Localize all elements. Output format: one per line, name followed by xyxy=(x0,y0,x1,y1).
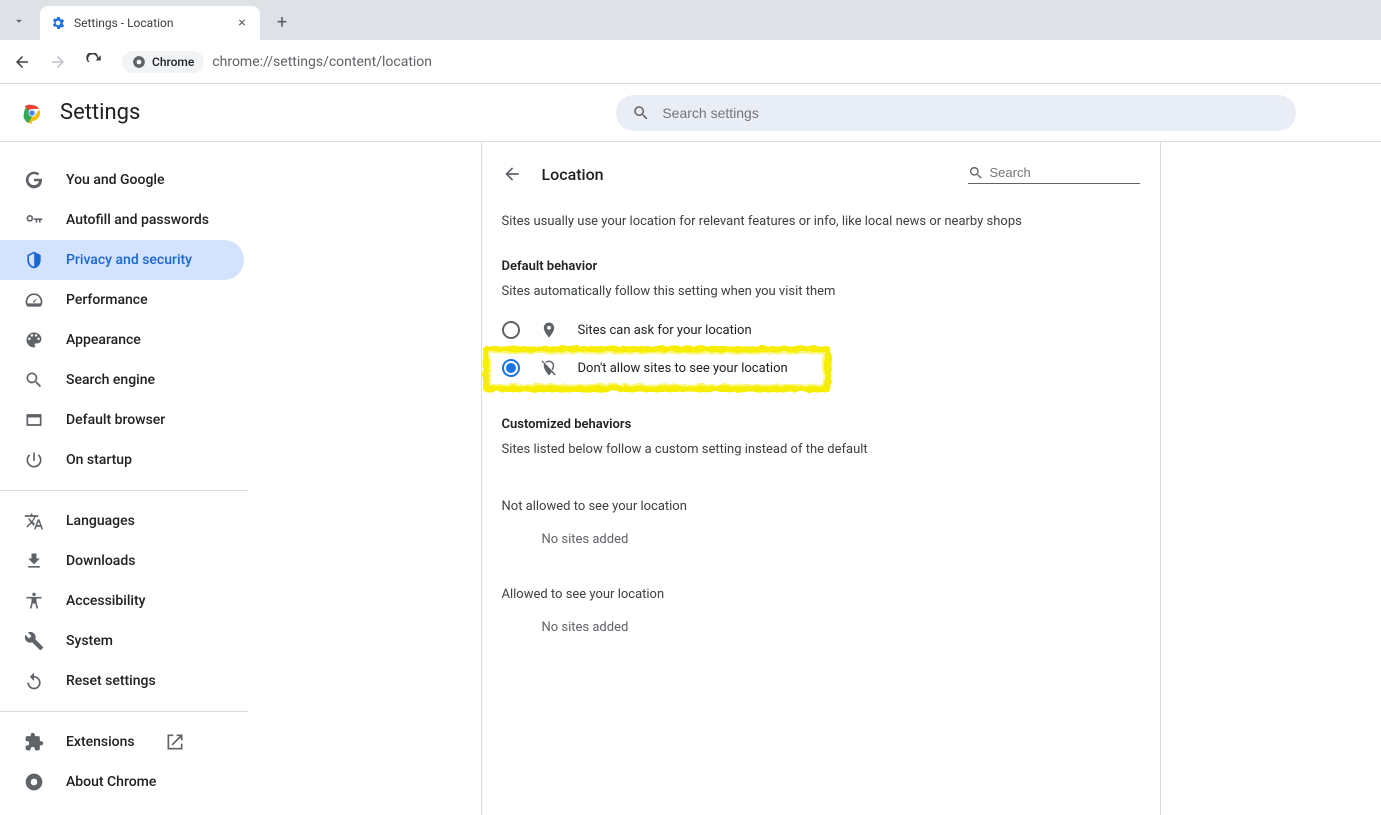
chrome-chip: Chrome xyxy=(122,51,204,73)
location-off-icon xyxy=(540,359,558,377)
tab-title: Settings - Location xyxy=(74,16,226,30)
sidebar-item-autofill[interactable]: Autofill and passwords xyxy=(0,200,244,240)
not-allowed-empty: No sites added xyxy=(482,522,1160,557)
sidebar-item-privacy[interactable]: Privacy and security xyxy=(0,240,244,280)
search-icon xyxy=(24,370,44,390)
allowed-empty: No sites added xyxy=(482,610,1160,645)
speedometer-icon xyxy=(24,290,44,310)
sidebar-item-you-and-google[interactable]: You and Google xyxy=(0,160,244,200)
search-settings-input[interactable] xyxy=(662,105,1280,121)
sidebar-item-downloads[interactable]: Downloads xyxy=(0,541,244,581)
content-title: Location xyxy=(542,165,948,184)
page-title: Settings xyxy=(60,100,140,125)
tab-search-button[interactable] xyxy=(4,6,34,36)
sidebar-item-performance[interactable]: Performance xyxy=(0,280,244,320)
settings-header: Settings xyxy=(0,84,1381,142)
tab-strip: Settings - Location × + xyxy=(0,0,1381,40)
default-behavior-heading: Default behavior xyxy=(482,259,1160,274)
extension-icon xyxy=(24,732,44,752)
sidebar-item-default-browser[interactable]: Default browser xyxy=(0,400,244,440)
main-area: You and Google Autofill and passwords Pr… xyxy=(0,142,1381,815)
open-external-icon xyxy=(165,732,185,752)
not-allowed-heading: Not allowed to see your location xyxy=(482,469,1160,522)
search-icon xyxy=(968,165,984,181)
radio-dont-allow[interactable]: Don't allow sites to see your location xyxy=(482,349,1160,387)
shield-icon xyxy=(24,250,44,270)
chrome-logo-icon xyxy=(20,101,44,125)
sidebar-item-search-engine[interactable]: Search engine xyxy=(0,360,244,400)
sidebar: You and Google Autofill and passwords Pr… xyxy=(0,142,260,815)
customized-behaviors-sub: Sites listed below follow a custom setti… xyxy=(482,442,1160,457)
wrench-icon xyxy=(24,631,44,651)
search-icon xyxy=(632,104,650,122)
browser-icon xyxy=(24,410,44,430)
forward-button[interactable] xyxy=(44,48,72,76)
back-arrow-button[interactable] xyxy=(502,164,522,184)
browser-toolbar: Chrome chrome://settings/content/locatio… xyxy=(0,40,1381,84)
sidebar-item-languages[interactable]: Languages xyxy=(0,501,244,541)
power-icon xyxy=(24,450,44,470)
radio-checked-icon xyxy=(502,359,520,377)
gear-icon xyxy=(50,15,66,31)
sidebar-item-on-startup[interactable]: On startup xyxy=(0,440,244,480)
sidebar-divider xyxy=(0,490,248,491)
close-tab-button[interactable]: × xyxy=(234,15,250,31)
url-text: chrome://settings/content/location xyxy=(212,54,432,70)
sidebar-item-about[interactable]: About Chrome xyxy=(0,762,244,802)
address-bar[interactable]: Chrome chrome://settings/content/locatio… xyxy=(116,47,1373,77)
settings-content: Location Sites usually use your location… xyxy=(481,142,1161,815)
content-search[interactable] xyxy=(968,165,1140,184)
new-tab-button[interactable]: + xyxy=(268,8,296,36)
reset-icon xyxy=(24,671,44,691)
translate-icon xyxy=(24,511,44,531)
sidebar-item-reset[interactable]: Reset settings xyxy=(0,661,244,701)
sidebar-item-appearance[interactable]: Appearance xyxy=(0,320,244,360)
sidebar-divider xyxy=(0,711,248,712)
allowed-heading: Allowed to see your location xyxy=(482,557,1160,610)
download-icon xyxy=(24,551,44,571)
accessibility-icon xyxy=(24,591,44,611)
customized-behaviors-heading: Customized behaviors xyxy=(482,417,1160,432)
sidebar-item-accessibility[interactable]: Accessibility xyxy=(0,581,244,621)
back-button[interactable] xyxy=(8,48,36,76)
palette-icon xyxy=(24,330,44,350)
sidebar-item-system[interactable]: System xyxy=(0,621,244,661)
chrome-icon xyxy=(132,55,146,69)
chrome-icon xyxy=(24,772,44,792)
browser-tab[interactable]: Settings - Location × xyxy=(40,6,260,40)
content-search-input[interactable] xyxy=(990,165,1140,180)
radio-sites-can-ask[interactable]: Sites can ask for your location xyxy=(482,311,1160,349)
radio-unchecked-icon xyxy=(502,321,520,339)
sidebar-item-extensions[interactable]: Extensions xyxy=(0,722,244,762)
location-description: Sites usually use your location for rele… xyxy=(482,214,1160,229)
default-behavior-sub: Sites automatically follow this setting … xyxy=(482,284,1160,299)
search-settings[interactable] xyxy=(616,95,1296,131)
key-icon xyxy=(24,210,44,230)
google-g-icon xyxy=(24,170,44,190)
location-on-icon xyxy=(540,321,558,339)
reload-button[interactable] xyxy=(80,48,108,76)
